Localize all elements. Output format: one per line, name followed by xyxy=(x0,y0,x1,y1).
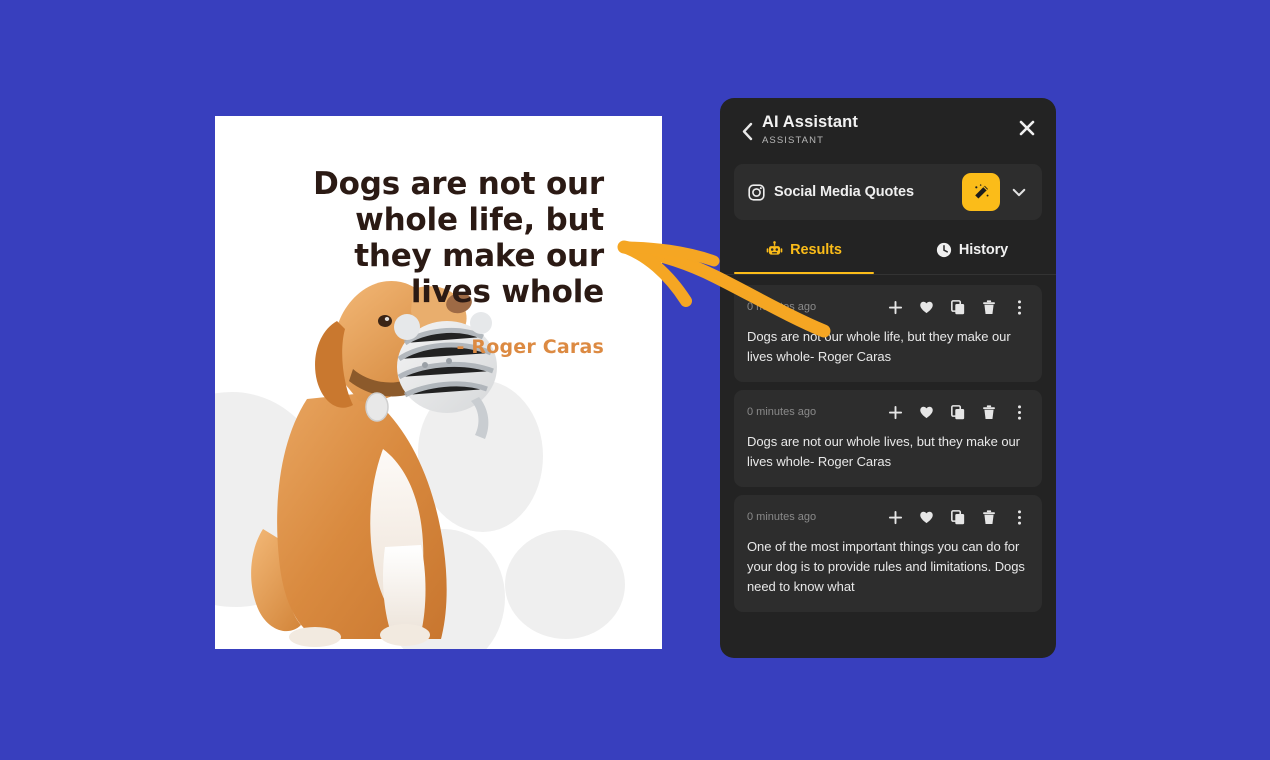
result-card[interactable]: 0 minutes ago xyxy=(734,390,1042,487)
result-text: Dogs are not our whole life, but they ma… xyxy=(747,329,1011,364)
add-icon[interactable] xyxy=(888,299,903,315)
ai-assistant-panel: AI Assistant ASSISTANT Social Media Quot… xyxy=(720,98,1056,658)
copy-icon[interactable] xyxy=(950,404,965,420)
template-selector[interactable]: Social Media Quotes xyxy=(734,164,1042,220)
back-button[interactable] xyxy=(738,118,756,144)
card-header: 0 minutes ago xyxy=(747,507,1029,527)
card-timestamp: 0 minutes ago xyxy=(747,511,817,523)
template-label: Social Media Quotes xyxy=(774,184,914,200)
panel-tabs: Results History xyxy=(720,233,1056,275)
instagram-icon xyxy=(748,183,765,201)
header-titles: AI Assistant ASSISTANT xyxy=(762,112,1016,146)
result-text: One of the most important things you can… xyxy=(747,539,1025,594)
quote-text: Dogs are not our whole life, but they ma… xyxy=(313,166,604,310)
robot-icon xyxy=(766,241,783,255)
close-icon xyxy=(1019,120,1035,136)
results-list: 0 minutes ago Dogs are not our whole lif… xyxy=(720,275,1056,627)
chevron-down-icon[interactable] xyxy=(1006,179,1032,205)
chevron-left-icon xyxy=(742,122,753,140)
card-timestamp: 0 minutes ago xyxy=(747,406,817,418)
decorative-blob xyxy=(505,530,625,639)
magic-wand-icon xyxy=(974,183,988,199)
card-header: 0 minutes ago xyxy=(747,297,1029,317)
trash-icon[interactable] xyxy=(981,404,996,420)
card-actions xyxy=(888,509,1029,525)
card-actions xyxy=(888,299,1029,315)
heart-icon[interactable] xyxy=(919,509,934,525)
panel-header: AI Assistant ASSISTANT xyxy=(720,98,1056,164)
tab-history-label: History xyxy=(958,241,1009,258)
tab-history[interactable]: History xyxy=(888,233,1056,274)
tab-results-label: Results xyxy=(790,241,842,258)
panel-title: AI Assistant xyxy=(762,113,858,131)
copy-icon[interactable] xyxy=(950,509,965,525)
result-card[interactable]: 0 minutes ago xyxy=(734,495,1042,612)
more-vertical-icon[interactable] xyxy=(1012,299,1027,315)
add-icon[interactable] xyxy=(888,509,903,525)
tab-results[interactable]: Results xyxy=(720,233,888,274)
more-vertical-icon[interactable] xyxy=(1012,404,1027,420)
clock-icon xyxy=(936,242,951,257)
card-header: 0 minutes ago xyxy=(747,402,1029,422)
card-actions xyxy=(888,404,1029,420)
result-text: Dogs are not our whole lives, but they m… xyxy=(747,434,1020,469)
close-button[interactable] xyxy=(1016,117,1038,139)
quote-image-card: Dogs are not our whole life, but they ma… xyxy=(215,116,662,649)
heart-icon[interactable] xyxy=(919,299,934,315)
trash-icon[interactable] xyxy=(981,509,996,525)
result-card[interactable]: 0 minutes ago xyxy=(734,285,1042,382)
trash-icon[interactable] xyxy=(981,299,996,315)
more-vertical-icon[interactable] xyxy=(1012,509,1027,525)
heart-icon[interactable] xyxy=(919,404,934,420)
generate-button[interactable] xyxy=(962,173,1000,211)
add-icon[interactable] xyxy=(888,404,903,420)
copy-icon[interactable] xyxy=(950,299,965,315)
panel-subtitle: ASSISTANT xyxy=(762,135,824,146)
quote-author: - Roger Caras xyxy=(456,336,604,358)
card-timestamp: 0 minutes ago xyxy=(747,301,817,313)
